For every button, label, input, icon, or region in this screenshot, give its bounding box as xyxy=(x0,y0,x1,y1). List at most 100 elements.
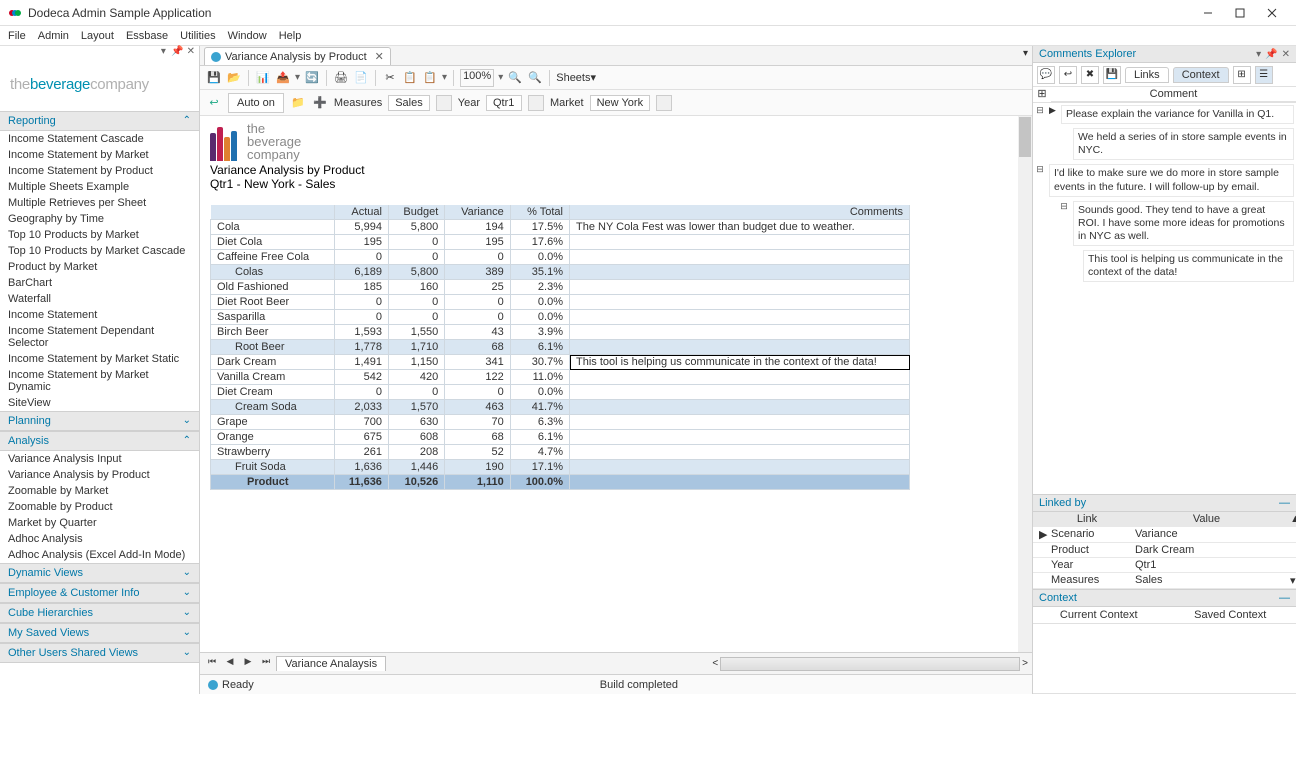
folder-icon[interactable]: 📁 xyxy=(290,95,306,111)
expand-icon[interactable]: ⊟ xyxy=(1059,201,1069,246)
collapse-icon[interactable]: — xyxy=(1279,592,1290,604)
table-cell[interactable]: 0 xyxy=(388,250,444,265)
table-cell[interactable]: 0.0% xyxy=(510,250,569,265)
table-cell[interactable]: 0 xyxy=(445,250,510,265)
table-cell[interactable]: 17.1% xyxy=(510,460,569,475)
zoom-dropdown-icon[interactable]: ▾ xyxy=(498,72,503,83)
table-cell[interactable]: Dark Cream xyxy=(211,355,335,370)
table-cell[interactable]: 43 xyxy=(445,325,510,340)
zoom-level[interactable]: 100% xyxy=(460,69,494,87)
table-cell[interactable]: 5,994 xyxy=(334,220,388,235)
print-icon[interactable]: 🖨 xyxy=(333,70,349,86)
table-header[interactable] xyxy=(211,205,335,220)
menu-file[interactable]: File xyxy=(8,30,26,42)
list-view-icon[interactable]: ☰ xyxy=(1255,66,1273,84)
table-cell[interactable] xyxy=(570,400,910,415)
nav-item[interactable]: Multiple Sheets Example xyxy=(0,179,199,195)
table-cell[interactable]: 6.3% xyxy=(510,415,569,430)
refresh-icon[interactable]: 🔄 xyxy=(304,70,320,86)
table-cell[interactable]: 420 xyxy=(388,370,444,385)
table-cell[interactable]: Strawberry xyxy=(211,445,335,460)
table-cell[interactable]: 6.1% xyxy=(510,340,569,355)
table-cell[interactable] xyxy=(570,265,910,280)
panel-tools[interactable]: ▾ 📌 ✕ xyxy=(0,46,199,64)
table-cell[interactable]: 1,710 xyxy=(388,340,444,355)
table-cell[interactable] xyxy=(570,415,910,430)
table-cell[interactable]: Cream Soda xyxy=(211,400,335,415)
nav-section-employee-customer-info[interactable]: Employee & Customer Info⌄ xyxy=(0,583,199,603)
comment-row[interactable]: We held a series of in store sample even… xyxy=(1035,128,1294,160)
table-cell[interactable]: This tool is helping us communicate in t… xyxy=(570,355,910,370)
table-cell[interactable]: 68 xyxy=(445,340,510,355)
table-cell[interactable]: 0 xyxy=(388,295,444,310)
table-cell[interactable] xyxy=(570,430,910,445)
table-cell[interactable]: 70 xyxy=(445,415,510,430)
table-cell[interactable]: 11,636 xyxy=(334,475,388,490)
nav-section-planning[interactable]: Planning⌄ xyxy=(0,411,199,431)
nav-item[interactable]: Product by Market xyxy=(0,259,199,275)
table-cell[interactable]: 11.0% xyxy=(510,370,569,385)
table-cell[interactable]: 1,593 xyxy=(334,325,388,340)
table-header[interactable]: Actual xyxy=(334,205,388,220)
table-cell[interactable]: Caffeine Free Cola xyxy=(211,250,335,265)
table-cell[interactable] xyxy=(570,340,910,355)
table-cell[interactable]: 2.3% xyxy=(510,280,569,295)
table-cell[interactable]: 1,150 xyxy=(388,355,444,370)
nav-item[interactable]: Variance Analysis by Product xyxy=(0,467,199,483)
table-cell[interactable]: Root Beer xyxy=(211,340,335,355)
expand-icon[interactable]: ⊟ xyxy=(1035,164,1045,196)
cut-icon[interactable]: ✂ xyxy=(382,70,398,86)
table-cell[interactable]: 194 xyxy=(445,220,510,235)
print-preview-icon[interactable]: 📄 xyxy=(353,70,369,86)
table-cell[interactable]: 17.5% xyxy=(510,220,569,235)
nav-section-my-saved-views[interactable]: My Saved Views⌄ xyxy=(0,623,199,643)
table-cell[interactable] xyxy=(570,385,910,400)
table-cell[interactable] xyxy=(570,235,910,250)
table-cell[interactable] xyxy=(570,460,910,475)
linked-by-row[interactable]: ▶ScenarioVariance xyxy=(1033,527,1296,543)
table-cell[interactable]: 6,189 xyxy=(334,265,388,280)
table-cell[interactable]: 0 xyxy=(334,295,388,310)
vertical-scrollbar[interactable] xyxy=(1018,116,1032,652)
table-cell[interactable]: 0.0% xyxy=(510,310,569,325)
table-cell[interactable]: Birch Beer xyxy=(211,325,335,340)
table-cell[interactable]: 0.0% xyxy=(510,295,569,310)
nav-item[interactable]: Adhoc Analysis (Excel Add-In Mode) xyxy=(0,547,199,563)
table-cell[interactable]: Orange xyxy=(211,430,335,445)
table-header[interactable]: Comments xyxy=(570,205,910,220)
menu-utilities[interactable]: Utilities xyxy=(180,30,215,42)
table-cell[interactable]: 0 xyxy=(334,385,388,400)
close-button[interactable] xyxy=(1256,3,1288,23)
table-cell[interactable]: 608 xyxy=(388,430,444,445)
nav-section-reporting[interactable]: Reporting⌃ xyxy=(0,111,199,131)
nav-item[interactable]: Variance Analysis Input xyxy=(0,451,199,467)
table-cell[interactable]: 3.9% xyxy=(510,325,569,340)
nav-item[interactable]: Income Statement by Product xyxy=(0,163,199,179)
menu-layout[interactable]: Layout xyxy=(81,30,114,42)
menu-essbase[interactable]: Essbase xyxy=(126,30,168,42)
table-cell[interactable]: 122 xyxy=(445,370,510,385)
menu-window[interactable]: Window xyxy=(228,30,267,42)
table-cell[interactable] xyxy=(570,475,910,490)
table-cell[interactable]: 6.1% xyxy=(510,430,569,445)
sheet-tab[interactable]: Variance Analaysis xyxy=(276,656,386,671)
table-cell[interactable]: Vanilla Cream xyxy=(211,370,335,385)
table-header[interactable]: Variance xyxy=(445,205,510,220)
sheet-first-icon[interactable]: ⏮ xyxy=(204,656,220,672)
panel-dropdown-icon[interactable]: ▾ xyxy=(1256,49,1261,60)
nav-item[interactable]: BarChart xyxy=(0,275,199,291)
comment-row[interactable]: ⊟I'd like to make sure we do more in sto… xyxy=(1035,164,1294,196)
table-cell[interactable]: 4.7% xyxy=(510,445,569,460)
document-tab[interactable]: Variance Analysis by Product ✕ xyxy=(204,47,391,65)
back-icon[interactable]: ↩ xyxy=(206,95,222,111)
nav-item[interactable]: Zoomable by Product xyxy=(0,499,199,515)
panel-close-icon[interactable]: ✕ xyxy=(1282,49,1290,60)
paste-dropdown-icon[interactable]: ▾ xyxy=(442,72,447,83)
table-cell[interactable]: 5,800 xyxy=(388,265,444,280)
table-cell[interactable]: 208 xyxy=(388,445,444,460)
table-cell[interactable]: 0 xyxy=(445,295,510,310)
nav-item[interactable]: Geography by Time xyxy=(0,211,199,227)
comment-row[interactable]: ⊟▶Please explain the variance for Vanill… xyxy=(1035,105,1294,124)
scroll-left-icon[interactable]: < xyxy=(712,658,718,669)
save-icon[interactable]: 💾 xyxy=(206,70,222,86)
